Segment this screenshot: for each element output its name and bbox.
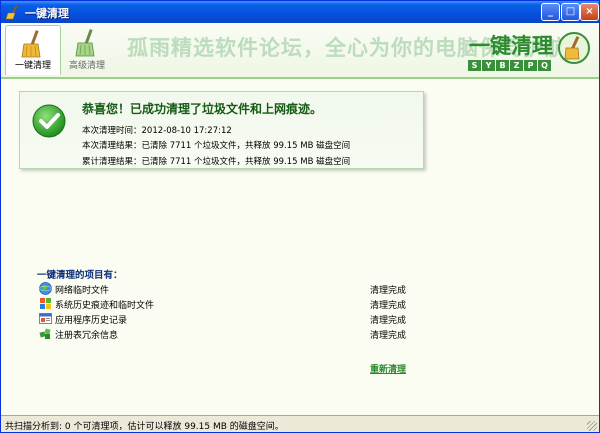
item-label: 注册表冗余信息 — [55, 331, 119, 341]
globe-icon — [39, 282, 52, 295]
clean-result: 本次清理结果：已清除 7711 个垃圾文件，共释放 99.15 MB 磁盘空间 — [82, 141, 351, 151]
windows-icon — [40, 298, 51, 309]
logo-letters: SYBZPQ — [468, 60, 552, 71]
window-title: 一键清理 — [25, 7, 69, 20]
logo-text: 一键清理 — [469, 34, 553, 58]
logo-letter: S — [468, 60, 481, 71]
logo-letter: Z — [510, 60, 523, 71]
close-button[interactable]: × — [580, 3, 599, 21]
main-window: 一键清理 _ □ × 一键清理 高级清理 孤雨精选软件论坛，全心为你的电脑保驾护… — [0, 0, 600, 433]
item-status: 清理完成 — [370, 331, 407, 341]
logo-letter: Y — [482, 60, 495, 71]
list-item: 应用程序历史记录 清理完成 — [39, 312, 407, 326]
tab-label: 高级清理 — [68, 61, 105, 71]
logo-letter: Q — [538, 60, 551, 71]
clean-time: 本次清理时间：2012-08-10 17:27:12 — [82, 126, 232, 136]
registry-icon — [39, 328, 51, 339]
success-message: 恭喜您！已成功清理了垃圾文件和上网痕迹。 — [82, 102, 323, 116]
status-text: 共扫描分析到: 0 个可清理项，估计可以释放 99.15 MB 的磁盘空间。 — [5, 422, 284, 432]
header-banner: 一键清理 高级清理 孤雨精选软件论坛，全心为你的电脑保驾护航 一键清理 SYBZ… — [1, 23, 599, 79]
minimize-button[interactable]: _ — [541, 3, 560, 21]
tab-one-click-clean[interactable]: 一键清理 — [5, 25, 61, 75]
broom-logo-icon — [558, 32, 590, 64]
result-panel: 恭喜您！已成功清理了垃圾文件和上网痕迹。 本次清理时间：2012-08-10 1… — [19, 91, 424, 169]
list-item: 网络临时文件 清理完成 — [39, 282, 407, 296]
item-status: 清理完成 — [370, 316, 407, 326]
tab-label: 一键清理 — [14, 61, 51, 71]
item-label: 系统历史痕迹和临时文件 — [55, 301, 155, 311]
maximize-button[interactable]: □ — [561, 3, 580, 21]
logo-letter: B — [496, 60, 509, 71]
broom-icon — [75, 29, 95, 57]
resize-grip[interactable] — [587, 421, 597, 431]
item-label: 网络临时文件 — [55, 286, 110, 296]
broom-icon — [5, 5, 18, 20]
items-title: 一键清理的项目有： — [37, 270, 123, 281]
item-status: 清理完成 — [370, 301, 407, 311]
app-window-icon — [39, 313, 52, 324]
list-item: 注册表冗余信息 清理完成 — [39, 327, 407, 341]
success-check-icon — [32, 104, 66, 138]
status-bar: 共扫描分析到: 0 个可清理项，估计可以释放 99.15 MB 的磁盘空间。 — [1, 415, 599, 432]
item-label: 应用程序历史记录 — [55, 316, 128, 326]
tab-advanced-clean[interactable]: 高级清理 — [59, 25, 115, 75]
item-status: 清理完成 — [370, 286, 407, 296]
clean-total: 累计清理结果：已清除 7711 个垃圾文件，共释放 99.15 MB 磁盘空间 — [82, 157, 351, 167]
logo-letter: P — [524, 60, 537, 71]
list-item: 系统历史痕迹和临时文件 清理完成 — [39, 297, 407, 311]
reclean-link[interactable]: 重新清理 — [370, 362, 406, 375]
broom-icon — [21, 30, 41, 58]
title-bar[interactable]: 一键清理 _ □ × — [1, 1, 599, 23]
